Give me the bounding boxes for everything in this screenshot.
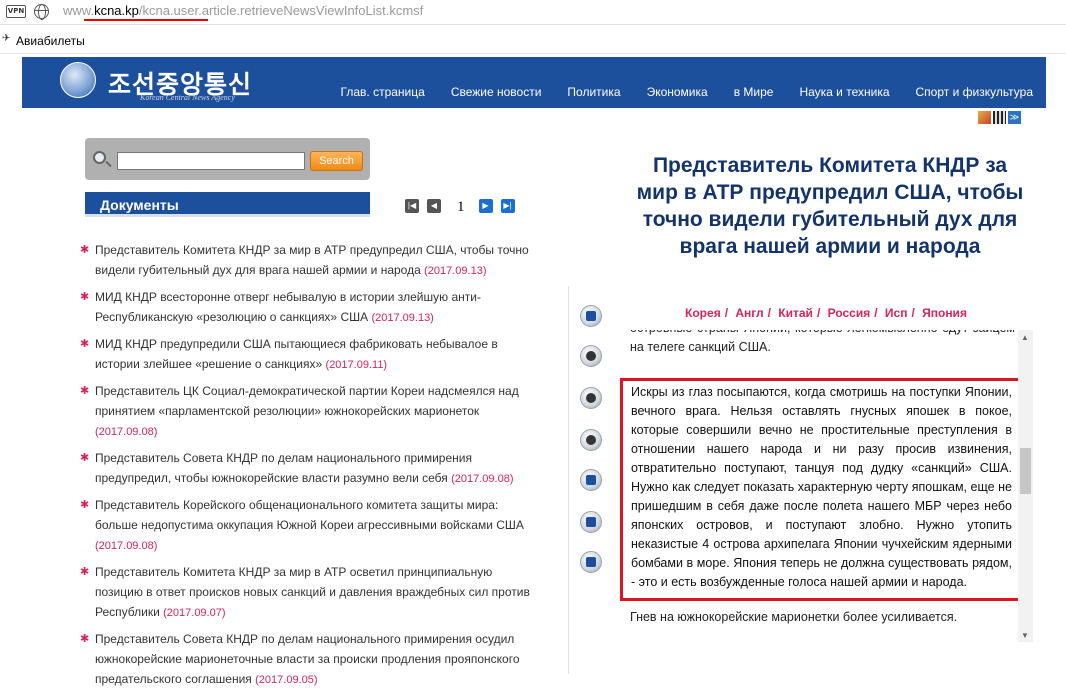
url-path: /kcna.user.article.retrieveNewsViewInfoL… (138, 3, 424, 18)
search-panel: Search (85, 138, 370, 180)
copy-icon[interactable] (580, 305, 602, 327)
lang-japanese[interactable]: Япония (922, 306, 967, 320)
first-page-icon[interactable]: |◀ (405, 198, 419, 213)
kcna-globe-logo-icon[interactable] (60, 62, 96, 98)
nav-home[interactable]: Глав. страница (341, 85, 425, 99)
last-page-icon[interactable]: ▶| (500, 198, 515, 213)
list-item-date: (2017.09.05) (255, 674, 318, 686)
url-text[interactable]: www.kcna.kp/kcna.user.article.retrieveNe… (63, 3, 423, 18)
list-item-date: (2017.09.13) (371, 312, 434, 324)
nav-science[interactable]: Наука и техника (799, 85, 889, 99)
article-tools-column (568, 286, 608, 674)
site-header: 조선중앙통신 Korean Central News Agency Глав. … (22, 57, 1046, 108)
language-switcher: Корея / Англ / Китай / Россия / Исп / Япония (685, 306, 967, 320)
current-page: 1 (457, 199, 465, 215)
photo-icon[interactable] (978, 111, 991, 124)
next-page-icon[interactable]: ▶ (478, 198, 493, 213)
bullet-icon: ✱ (80, 633, 90, 645)
back-icon[interactable] (580, 551, 602, 573)
list-item-text[interactable]: Представитель Корейского общенационально… (95, 498, 524, 532)
bullet-icon: ✱ (80, 452, 90, 464)
list-item-date: (2017.09.08) (451, 473, 514, 485)
main-nav: Глав. страница Свежие новости Политика Э… (315, 85, 1033, 99)
email-icon[interactable] (580, 511, 602, 533)
list-item[interactable]: ✱ Представитель Комитета КНДР за мир в АТ… (80, 562, 530, 623)
bullet-icon: ✱ (80, 244, 90, 256)
tools-icon[interactable] (580, 429, 602, 451)
vpn-icon[interactable]: VPN (6, 5, 26, 18)
list-item[interactable]: ✱ Представитель Совета КНДР по делам наци… (80, 629, 530, 690)
highlighted-paragraph-box: Искры из глаз посыпаются, когда смотришь… (620, 378, 1021, 601)
logo-english-text: Korean Central News Agency (140, 93, 235, 102)
nav-latest[interactable]: Свежие новости (451, 85, 542, 99)
audio-icon[interactable] (580, 345, 602, 367)
search-input[interactable] (117, 152, 305, 170)
print-icon[interactable] (580, 387, 602, 409)
globe-icon (34, 4, 49, 20)
list-item[interactable]: ✱ Представитель Корейского общенациональн… (80, 495, 530, 556)
list-item-date: (2017.09.08) (95, 426, 158, 438)
magnifier-icon (93, 151, 106, 164)
airplane-icon: ✈ (2, 33, 11, 44)
bullet-icon: ✱ (80, 338, 90, 350)
article-paragraph-top: островные страны Японии, которые легкомы… (630, 330, 1015, 354)
list-item-date: (2017.09.08) (95, 540, 158, 552)
article-scrollbar[interactable]: ▲ ▼ (1018, 330, 1033, 642)
utility-icons: ≫ (978, 111, 1021, 124)
bookmarks-bar: ✈ Авиабилеты (0, 26, 1066, 54)
list-item-text[interactable]: Представитель ЦК Социал-демократической … (95, 384, 519, 418)
scroll-up-icon[interactable]: ▲ (1021, 333, 1029, 342)
url-prefix: www. (63, 3, 95, 18)
nav-politics[interactable]: Политика (567, 85, 620, 99)
documents-header: Документы (85, 192, 370, 217)
scroll-down-icon[interactable]: ▼ (1021, 631, 1029, 640)
lang-english[interactable]: Англ (735, 306, 763, 320)
list-item-date: (2017.09.11) (325, 359, 388, 371)
bullet-icon: ✱ (80, 385, 90, 397)
prev-page-icon[interactable]: ◀ (427, 198, 441, 213)
list-item[interactable]: ✱ Представитель Комитета КНДР за мир в АТ… (80, 240, 530, 281)
documents-title: Документы (100, 197, 179, 213)
list-item-date: (2017.09.07) (163, 607, 226, 619)
list-item[interactable]: ✱ Представитель ЦК Социал-демократической… (80, 381, 530, 442)
article-paragraph-highlight: Искры из глаз посыпаются, когда смотришь… (631, 385, 1012, 589)
search-button[interactable]: Search (310, 151, 363, 171)
article-title: Представитель Комитета КНДР за мир в АТР… (636, 154, 1024, 258)
url-domain: kcna.kp (94, 3, 139, 18)
lang-russian[interactable]: Россия (828, 306, 871, 320)
list-item-text[interactable]: Представитель Совета КНДР по делам нацио… (95, 451, 472, 485)
bullet-icon: ✱ (80, 291, 90, 303)
nav-economy[interactable]: Экономика (647, 85, 708, 99)
pagination: |◀ ◀ 1 ▶ ▶| (405, 197, 523, 215)
bullet-icon: ✱ (80, 566, 90, 578)
list-item-date: (2017.09.13) (424, 265, 487, 277)
list-item[interactable]: ✱ Представитель Совета КНДР по делам наци… (80, 448, 530, 489)
article-paragraph-after: Гнев на южнокорейские марионетки более у… (630, 610, 958, 624)
url-underline-annotation (84, 19, 208, 21)
lang-chinese[interactable]: Китай (778, 306, 813, 320)
list-item-text[interactable]: Представитель Комитета КНДР за мир в АТР… (95, 565, 530, 619)
scroll-thumb[interactable] (1020, 448, 1031, 494)
lang-korean[interactable]: Корея (685, 306, 721, 320)
address-bar[interactable]: VPN www.kcna.kp/kcna.user.article.retrie… (0, 0, 1066, 25)
nav-sports[interactable]: Спорт и физкультура (916, 85, 1033, 99)
bookmark-aviabilety[interactable]: Авиабилеты (16, 34, 85, 48)
list-item[interactable]: ✱ МИД КНДР предупредили США пытающиеся фа… (80, 334, 530, 375)
font-size-icon[interactable] (580, 469, 602, 491)
scroll-top-icon[interactable]: ≫ (1008, 111, 1021, 124)
list-item-text[interactable]: МИД КНДР предупредили США пытающиеся фаб… (95, 337, 498, 371)
lang-spanish[interactable]: Исп (885, 306, 908, 320)
list-item[interactable]: ✱ МИД КНДР всесторонне отверг небывалую в… (80, 287, 530, 328)
video-icon[interactable] (993, 111, 1006, 124)
bullet-icon: ✱ (80, 499, 90, 511)
documents-list: ✱ Представитель Комитета КНДР за мир в АТ… (80, 240, 530, 696)
nav-world[interactable]: в Мире (734, 85, 774, 99)
